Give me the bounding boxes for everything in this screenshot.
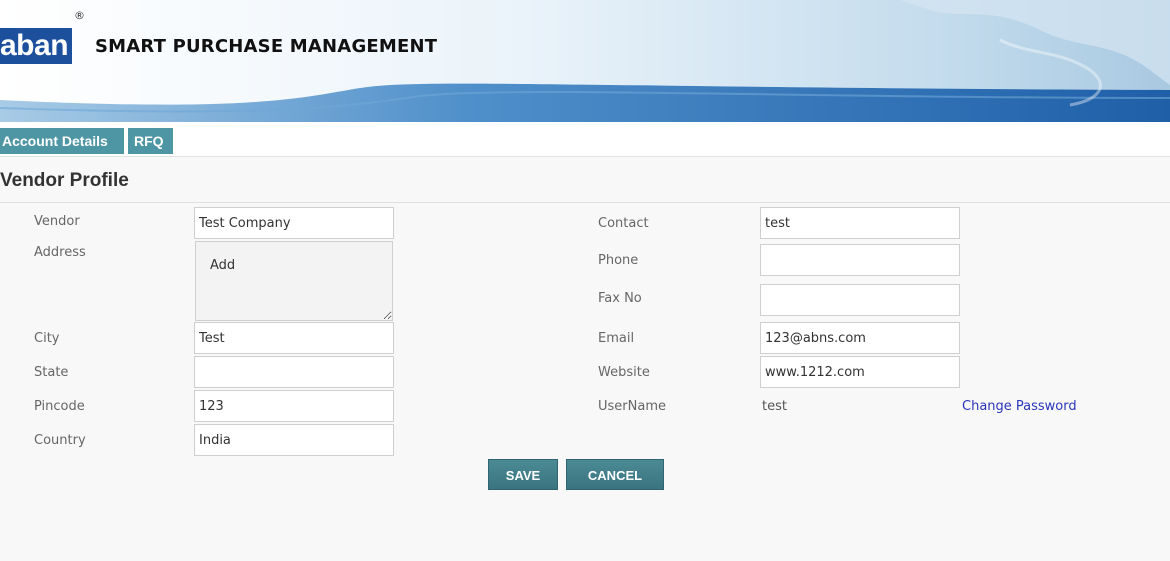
email-input[interactable] bbox=[760, 322, 960, 354]
page-title: Vendor Profile bbox=[0, 170, 129, 191]
fax-label: Fax No bbox=[598, 291, 642, 306]
username-label: UserName bbox=[598, 399, 666, 414]
fax-input[interactable] bbox=[760, 284, 960, 316]
save-button[interactable]: SAVE bbox=[488, 459, 558, 490]
state-label: State bbox=[34, 365, 69, 380]
change-password-link[interactable]: Change Password bbox=[962, 399, 1077, 414]
vendor-label: Vendor bbox=[34, 214, 80, 229]
app-title: SMART PURCHASE MANAGEMENT bbox=[95, 36, 438, 57]
vendor-input[interactable] bbox=[194, 207, 394, 239]
app-header: aban ® SMART PURCHASE MANAGEMENT bbox=[0, 0, 1170, 122]
address-label: Address bbox=[34, 245, 86, 260]
contact-label: Contact bbox=[598, 216, 649, 231]
city-input[interactable] bbox=[194, 322, 394, 354]
title-divider bbox=[0, 202, 1170, 203]
state-input[interactable] bbox=[194, 356, 394, 388]
tab-rfq[interactable]: RFQ bbox=[128, 128, 173, 154]
address-textarea[interactable]: Add bbox=[195, 241, 393, 321]
email-label: Email bbox=[598, 331, 635, 346]
main-menu-bar: Account Details RFQ bbox=[0, 122, 1170, 157]
website-label: Website bbox=[598, 365, 650, 380]
contact-input[interactable] bbox=[760, 207, 960, 239]
website-input[interactable] bbox=[760, 356, 960, 388]
country-label: Country bbox=[34, 433, 86, 448]
pincode-label: Pincode bbox=[34, 399, 85, 414]
phone-input[interactable] bbox=[760, 244, 960, 276]
country-input[interactable] bbox=[194, 424, 394, 456]
registered-trademark-mark: ® bbox=[74, 9, 85, 22]
cancel-button[interactable]: CANCEL bbox=[566, 459, 664, 490]
tab-account-details[interactable]: Account Details bbox=[0, 128, 124, 154]
phone-label: Phone bbox=[598, 253, 639, 268]
username-value: test bbox=[762, 399, 787, 414]
company-logo: aban bbox=[0, 28, 73, 64]
pincode-input[interactable] bbox=[194, 390, 394, 422]
city-label: City bbox=[34, 331, 60, 346]
header-banner-graphic bbox=[0, 0, 1170, 122]
